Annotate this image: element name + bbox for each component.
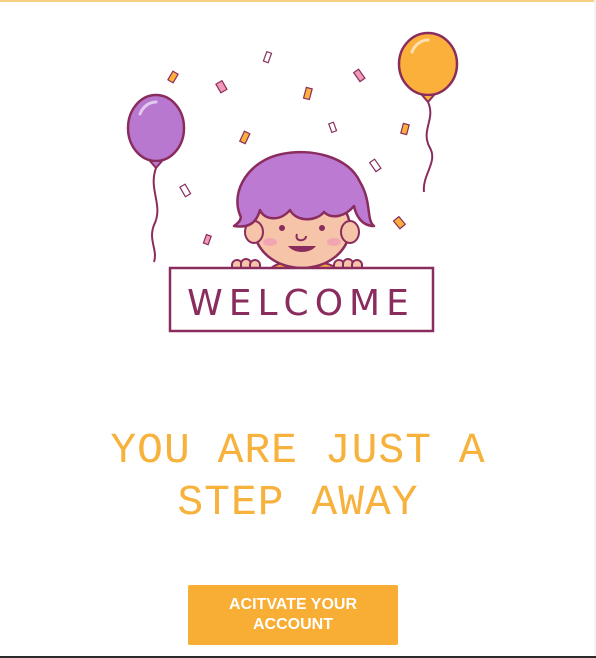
welcome-sign-text: WELCOME bbox=[187, 283, 415, 324]
balloon-left bbox=[126, 93, 186, 263]
headline-line-1: YOU ARE JUST A bbox=[110, 426, 486, 475]
headline: YOU ARE JUST A STEP AWAY bbox=[0, 425, 596, 529]
kid bbox=[231, 150, 376, 275]
headline-line-2: STEP AWAY bbox=[177, 478, 419, 527]
welcome-sign: WELCOME bbox=[168, 266, 435, 333]
balloon-right bbox=[397, 31, 459, 193]
welcome-illustration: WELCOME bbox=[110, 30, 490, 350]
activate-account-label: ACITVATE YOUR ACCOUNT bbox=[228, 596, 357, 633]
activate-account-button[interactable]: ACITVATE YOUR ACCOUNT bbox=[188, 585, 398, 645]
top-border bbox=[0, 0, 596, 2]
